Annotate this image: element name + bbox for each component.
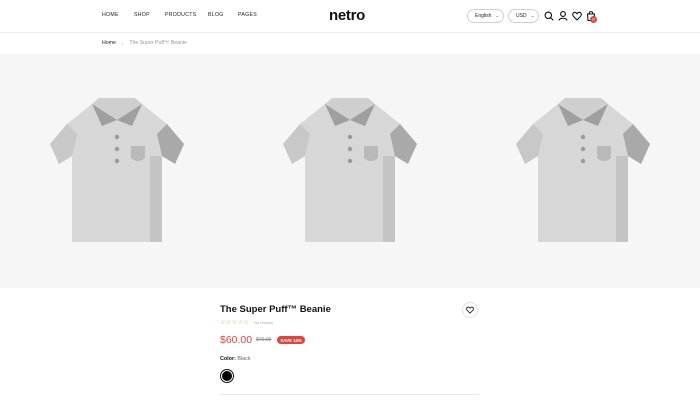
site-logo[interactable]: netro: [329, 7, 365, 24]
shirt-image[interactable]: [47, 94, 187, 242]
breadcrumb-home[interactable]: Home: [102, 40, 116, 46]
add-to-wishlist-button[interactable]: [462, 302, 478, 318]
site-header: HOME SHOP PRODUCTS BLOG PAGES netro Engl…: [0, 0, 700, 33]
sale-price: $60.00: [220, 334, 253, 346]
color-swatch-black[interactable]: [220, 369, 234, 383]
heart-icon: [466, 306, 474, 314]
chevron-down-icon: ⌄: [495, 13, 500, 18]
currency-selector[interactable]: USD ⌄: [508, 9, 539, 23]
shirt-image[interactable]: [513, 94, 653, 242]
nav-shop[interactable]: SHOP: [134, 12, 150, 18]
color-label: Color:: [220, 356, 236, 362]
product-gallery[interactable]: [0, 54, 700, 288]
nav-products[interactable]: PRODUCTS: [165, 12, 197, 18]
language-selector[interactable]: English ⌄: [467, 9, 504, 23]
product-title: The Super Puff™ Beanie: [220, 304, 331, 315]
shirt-image[interactable]: [280, 94, 420, 242]
price-row: $60.00 $70.00 SAVE 14%: [220, 334, 305, 346]
color-value: Black: [237, 356, 251, 362]
original-price: $70.00: [256, 337, 272, 343]
heart-icon[interactable]: [572, 10, 582, 22]
user-icon[interactable]: [558, 10, 568, 22]
save-badge: SAVE 14%: [277, 336, 305, 344]
nav-blog[interactable]: BLOG: [208, 12, 224, 18]
star-rating-icon: ☆☆☆☆☆: [220, 320, 250, 326]
nav-pages[interactable]: PAGES: [238, 12, 257, 18]
divider: [220, 394, 479, 395]
product-rating: ☆☆☆☆☆ No reviews: [220, 319, 273, 326]
breadcrumb-current: The Super Puff™ Beanie: [129, 40, 187, 46]
breadcrumb: Home › The Super Puff™ Beanie: [102, 40, 187, 46]
search-icon[interactable]: [544, 10, 554, 22]
cart-count-badge: 0: [590, 16, 597, 23]
nav-home[interactable]: HOME: [102, 12, 119, 18]
chevron-down-icon: ⌄: [530, 13, 535, 18]
currency-value: USD: [516, 13, 527, 19]
language-value: English: [475, 13, 492, 19]
chevron-right-icon: ›: [121, 40, 124, 46]
review-count[interactable]: No reviews: [254, 321, 273, 325]
swatch-fill: [222, 371, 232, 381]
color-option-label: Color: Black: [220, 356, 251, 362]
